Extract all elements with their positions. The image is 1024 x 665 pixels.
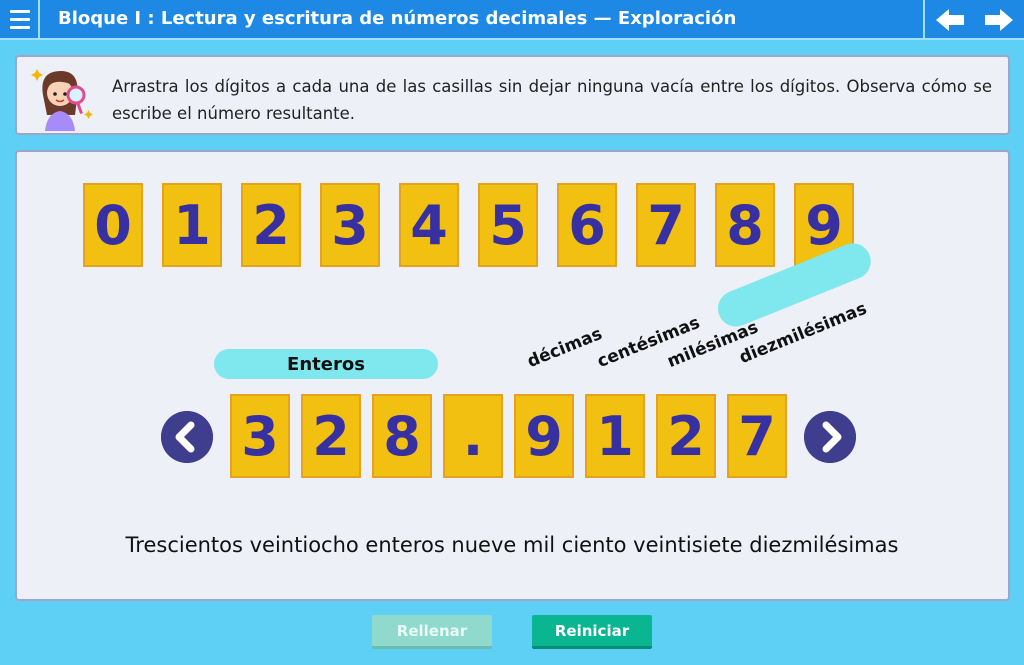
integer-label: Enteros: [214, 349, 438, 379]
number-slot-7[interactable]: 7: [727, 394, 787, 478]
reset-button[interactable]: Reiniciar: [532, 615, 652, 649]
chevron-right-icon[interactable]: [804, 411, 856, 463]
digit-tile-7[interactable]: 7: [636, 183, 696, 267]
decimal-point-slot: .: [443, 394, 503, 478]
number-reading: Trescientos veintiocho enteros nueve mil…: [125, 533, 899, 557]
header-bar: Bloque I : Lectura y escritura de número…: [0, 0, 1024, 40]
instructions-panel: Arrastra los dígitos a cada una de las c…: [15, 55, 1010, 135]
number-slot-6[interactable]: 2: [656, 394, 716, 478]
digit-tile-1[interactable]: 1: [162, 183, 222, 267]
chevron-left-icon[interactable]: [161, 411, 213, 463]
digit-tile-3[interactable]: 3: [320, 183, 380, 267]
digit-tile-2[interactable]: 2: [241, 183, 301, 267]
digit-tile-0[interactable]: 0: [83, 183, 143, 267]
arrow-left-icon[interactable]: [934, 7, 966, 33]
instructions-text: Arrastra los dígitos a cada una de las c…: [112, 77, 992, 123]
digit-tile-4[interactable]: 4: [399, 183, 459, 267]
number-slot-2[interactable]: 2: [301, 394, 361, 478]
arrow-right-icon[interactable]: [983, 7, 1015, 33]
hamburger-menu-icon: [10, 10, 30, 13]
number-slot-1[interactable]: 3: [230, 394, 290, 478]
digit-tile-5[interactable]: 5: [478, 183, 538, 267]
page-title: Bloque I : Lectura y escritura de número…: [58, 8, 737, 29]
number-slot-3[interactable]: 8: [372, 394, 432, 478]
digit-tile-8[interactable]: 8: [715, 183, 775, 267]
fill-button[interactable]: Rellenar: [372, 615, 492, 649]
number-slot-4[interactable]: 9: [514, 394, 574, 478]
number-slot-5[interactable]: 1: [585, 394, 645, 478]
menu-button[interactable]: [0, 0, 40, 40]
girl-magnifier-avatar-icon: [31, 69, 93, 131]
digit-tile-6[interactable]: 6: [557, 183, 617, 267]
